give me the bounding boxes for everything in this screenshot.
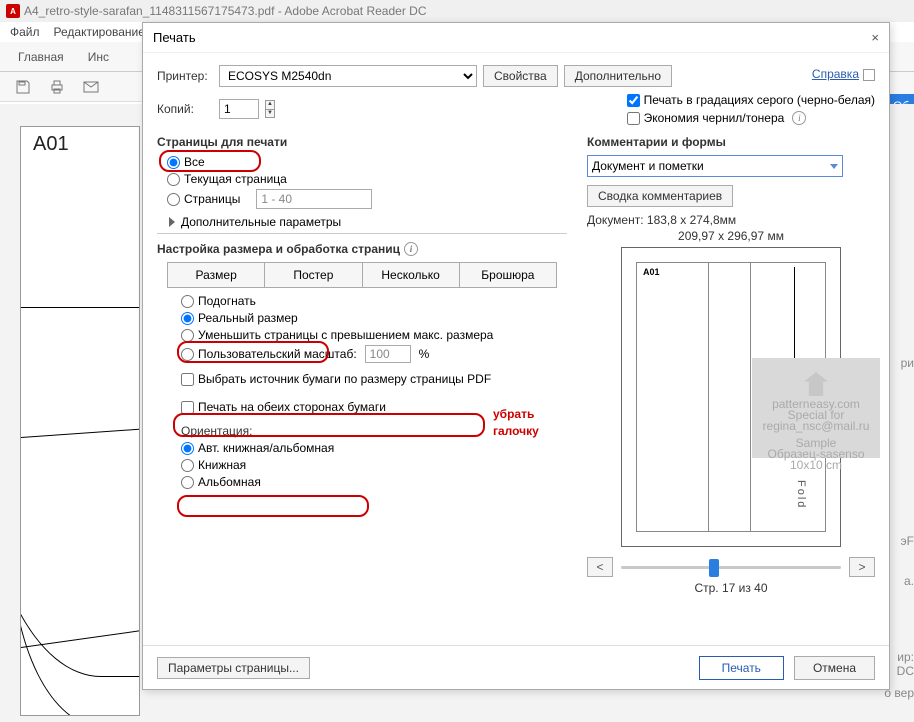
copies-input[interactable] [219, 99, 259, 119]
truncated-text: эF [901, 534, 914, 548]
window-title: A4_retro-style-sarafan_1148311567175473.… [24, 4, 427, 18]
print-preview: A01 Fold patterneasy.com Special for reg… [621, 247, 841, 547]
more-options-toggle[interactable]: Дополнительные параметры [167, 215, 567, 229]
preview-divider [750, 263, 751, 531]
arrow-down-icon [794, 267, 795, 367]
document-dimensions: Документ: 183,8 x 274,8мм [587, 213, 875, 227]
comments-combo[interactable]: Документ и пометки [587, 155, 843, 177]
tab-tools[interactable]: Инс [88, 50, 109, 64]
annotation-ring [177, 495, 369, 517]
radio-pages[interactable]: Страницы [167, 189, 567, 209]
custom-scale-input[interactable] [365, 345, 411, 363]
pdf-icon: A [6, 4, 20, 18]
seg-size[interactable]: Размер [167, 262, 265, 288]
radio-orient-portrait[interactable]: Книжная [181, 458, 567, 472]
sizing-section-title: Настройка размера и обработка страницi [157, 242, 567, 256]
watermark-overlay: patterneasy.com Special for regina_nsc@m… [752, 358, 880, 458]
window-titlebar: A A4_retro-style-sarafan_114831156717547… [0, 0, 914, 22]
truncated-text: а. [904, 574, 914, 588]
print-dialog: Печать × Справка Принтер: ECOSYS M2540dn… [142, 22, 890, 690]
radio-orient-auto[interactable]: Авт. книжная/альбомная [181, 441, 567, 455]
radio-current[interactable]: Текущая страница [167, 172, 567, 186]
comments-section-title: Комментарии и формы [587, 135, 875, 149]
radio-custom-scale[interactable]: Пользовательский масштаб: % [181, 345, 567, 363]
info-icon[interactable]: i [792, 111, 806, 125]
ink-save-checkbox[interactable]: Экономия чернил/тонераi [627, 111, 875, 125]
pattern-curve [20, 547, 140, 716]
print-button[interactable]: Печать [699, 656, 784, 680]
radio-orient-landscape[interactable]: Альбомная [181, 475, 567, 489]
sizing-mode-tabs: Размер Постер Несколько Брошюра [167, 262, 557, 288]
page-a01-label: A01 [33, 133, 69, 156]
truncated-text: ир: [897, 650, 914, 664]
printer-label: Принтер: [157, 69, 213, 83]
info-icon[interactable]: i [404, 242, 418, 256]
seg-multiple[interactable]: Несколько [363, 262, 460, 288]
radio-actual-size[interactable]: Реальный размер [181, 311, 567, 325]
advanced-button[interactable]: Дополнительно [564, 65, 672, 87]
fold-label: Fold [795, 480, 807, 509]
pages-section-title: Страницы для печати [157, 135, 567, 149]
page-range-input[interactable] [256, 189, 372, 209]
cancel-button[interactable]: Отмена [794, 656, 875, 680]
dress-icon [804, 372, 828, 396]
tab-home[interactable]: Главная [18, 50, 64, 64]
pattern-line [21, 307, 140, 308]
printer-select[interactable]: ECOSYS M2540dn [219, 65, 477, 87]
page-indicator: Стр. 17 из 40 [587, 581, 875, 595]
menu-edit[interactable]: Редактирование [54, 25, 145, 39]
paper-source-checkbox[interactable]: Выбрать источник бумаги по размеру стран… [181, 372, 567, 386]
seg-booklet[interactable]: Брошюра [460, 262, 557, 288]
radio-all[interactable]: Все [167, 155, 567, 169]
dialog-title: Печать [153, 30, 196, 45]
close-icon[interactable]: × [871, 30, 879, 45]
save-icon[interactable] [14, 79, 32, 95]
next-page-button[interactable]: > [849, 557, 875, 577]
preview-label: A01 [643, 267, 660, 277]
print-icon[interactable] [48, 79, 66, 95]
truncated-text: DC [897, 664, 914, 678]
truncated-text: ри [901, 356, 914, 370]
radio-shrink[interactable]: Уменьшить страницы с превышением макс. р… [181, 328, 567, 342]
properties-button[interactable]: Свойства [483, 65, 558, 87]
summarize-comments-button[interactable]: Сводка комментариев [587, 185, 733, 207]
chevron-right-icon [169, 217, 175, 227]
paper-dimensions: 209,97 x 296,97 мм [587, 229, 875, 243]
radio-fit[interactable]: Подогнать [181, 294, 567, 308]
menu-file[interactable]: Файл [10, 25, 40, 39]
grayscale-checkbox[interactable]: Печать в градациях серого (черно-белая) [627, 93, 875, 107]
chevron-down-icon [830, 164, 838, 169]
page-slider[interactable] [621, 558, 841, 576]
page-setup-button[interactable]: Параметры страницы... [157, 657, 310, 679]
annotation-text: убратьгалочку [493, 405, 539, 439]
help-link[interactable]: Справка [812, 67, 875, 81]
dialog-titlebar: Печать × [143, 23, 889, 53]
pdf-page: A01 [20, 126, 140, 716]
prev-page-button[interactable]: < [587, 557, 613, 577]
copies-spinner[interactable]: ▲▼ [265, 100, 275, 118]
preview-divider [708, 263, 709, 531]
copies-label: Копий: [157, 102, 213, 116]
mail-icon[interactable] [82, 79, 100, 95]
dialog-footer: Параметры страницы... Печать Отмена [143, 645, 889, 689]
seg-poster[interactable]: Постер [265, 262, 362, 288]
